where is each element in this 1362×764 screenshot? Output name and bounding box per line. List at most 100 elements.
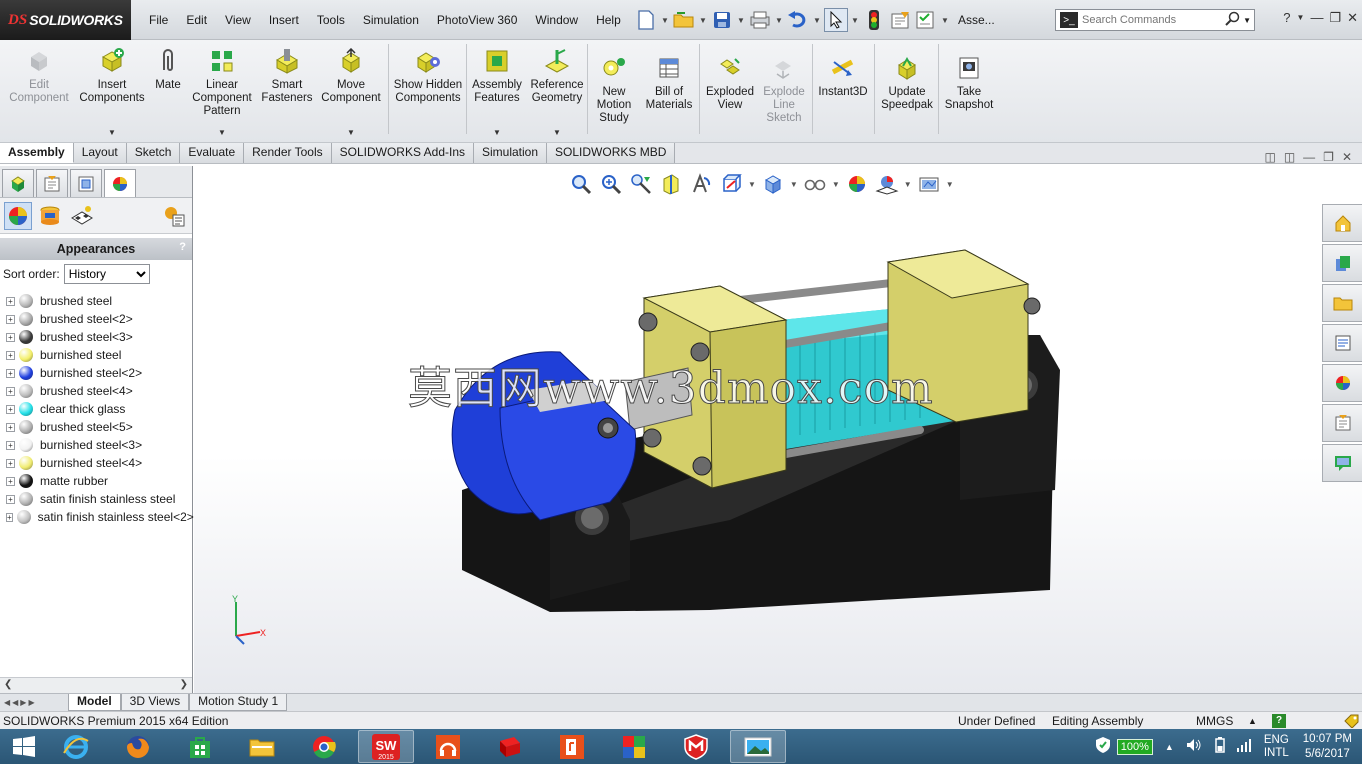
apply-scene-icon[interactable] [874, 171, 900, 197]
save-icon[interactable] [710, 8, 734, 32]
options-icon[interactable] [914, 8, 938, 32]
appearance-item[interactable]: + burnished steel<4> [0, 454, 192, 472]
expand-icon[interactable]: + [6, 332, 15, 342]
custom-properties-icon[interactable] [1322, 404, 1362, 442]
property-manager-tab-icon[interactable] [36, 169, 68, 197]
volume-icon[interactable] [1186, 738, 1202, 755]
expand-icon[interactable]: + [6, 350, 15, 360]
expand-icon[interactable]: + [6, 386, 15, 396]
menu-edit[interactable]: Edit [177, 13, 216, 27]
display-manager-tab-icon[interactable] [104, 169, 136, 197]
hide-show-dropdown-icon[interactable]: ▼ [832, 180, 840, 189]
tag-icon[interactable] [1343, 714, 1359, 729]
menu-view[interactable]: View [216, 13, 260, 27]
appearance-item[interactable]: + brushed steel<4> [0, 382, 192, 400]
assembly-features-dropdown-icon[interactable]: ▼ [493, 126, 501, 139]
view-palette-icon[interactable] [1322, 324, 1362, 362]
appearance-item[interactable]: + brushed steel<2> [0, 310, 192, 328]
tab-model[interactable]: Model [68, 694, 121, 711]
appearance-item[interactable]: + brushed steel<5> [0, 418, 192, 436]
office-app-icon[interactable] [544, 730, 600, 763]
zoom-to-area-icon[interactable] [598, 171, 624, 197]
help-question-icon[interactable]: ? [1283, 10, 1290, 26]
menu-photoview[interactable]: PhotoView 360 [428, 13, 527, 27]
appearance-item[interactable]: + burnished steel [0, 346, 192, 364]
new-document-icon[interactable] [634, 8, 658, 32]
file-explorer-taskbar-icon[interactable] [234, 730, 290, 763]
tab-3d-views[interactable]: 3D Views [120, 694, 190, 711]
expand-icon[interactable]: + [6, 314, 15, 324]
music-app-icon[interactable] [420, 730, 476, 763]
search-commands-input[interactable] [1082, 14, 1222, 26]
show-hidden-components-button[interactable]: Show Hidden Components [390, 46, 466, 105]
configuration-manager-tab-icon[interactable] [70, 169, 102, 197]
chrome-icon[interactable] [296, 730, 352, 763]
menu-tools[interactable]: Tools [308, 13, 354, 27]
show-hidden-icons-icon[interactable]: ▲ [1165, 742, 1174, 752]
new-motion-study-button[interactable]: New Motion Study [590, 53, 638, 125]
appearance-item[interactable]: + brushed steel<3> [0, 328, 192, 346]
scroll-right-icon[interactable]: ❯ [180, 679, 188, 692]
tab-motion-study-1[interactable]: Motion Study 1 [189, 694, 288, 711]
print-dropdown-icon[interactable]: ▼ [774, 16, 784, 25]
mate-button[interactable]: Mate [150, 46, 186, 92]
tile-left-icon[interactable]: ◫ [1264, 150, 1275, 164]
expand-icon[interactable]: + [6, 476, 15, 486]
appearances-scenes-decals-icon[interactable] [1322, 364, 1362, 402]
linear-pattern-dropdown-icon[interactable]: ▼ [218, 126, 226, 139]
assembly-features-button[interactable]: Assembly Features ▼ [468, 46, 526, 137]
file-explorer-icon[interactable] [1322, 284, 1362, 322]
appearances-view-icon[interactable] [4, 201, 32, 230]
display-style-dropdown-icon[interactable]: ▼ [790, 180, 798, 189]
expand-icon[interactable]: + [6, 458, 15, 468]
move-component-button[interactable]: Move Component ▼ [316, 46, 386, 137]
solidworks-resources-icon[interactable] [1322, 204, 1362, 242]
dynamic-annotation-icon[interactable] [688, 171, 714, 197]
mcafee-icon[interactable] [668, 730, 724, 763]
tab-evaluate[interactable]: Evaluate [180, 143, 245, 163]
close-icon[interactable]: ✕ [1347, 10, 1358, 26]
firefox-icon[interactable] [110, 730, 166, 763]
input-language[interactable]: ENG INTL [1264, 734, 1289, 760]
menu-insert[interactable]: Insert [260, 13, 308, 27]
windows-start-icon[interactable] [0, 729, 48, 764]
hide-show-items-icon[interactable] [802, 171, 828, 197]
zoom-to-fit-icon[interactable] [568, 171, 594, 197]
scroll-left-icon[interactable]: ❮ [4, 679, 12, 692]
sort-order-select[interactable]: History [63, 264, 150, 284]
smart-fasteners-button[interactable]: Smart Fasteners [258, 46, 316, 105]
instant3d-button[interactable]: Instant3D [814, 53, 872, 99]
tile-right-icon[interactable]: ◫ [1284, 150, 1295, 164]
insert-components-button[interactable]: Insert Components ▼ [76, 46, 148, 137]
network-signal-icon[interactable] [1236, 738, 1252, 755]
file-properties-icon[interactable] [888, 8, 912, 32]
move-component-dropdown-icon[interactable]: ▼ [347, 126, 355, 139]
appearance-item[interactable]: + brushed steel [0, 292, 192, 310]
windows-media-icon[interactable] [606, 730, 662, 763]
display-style-icon[interactable] [760, 171, 786, 197]
select-dropdown-icon[interactable]: ▼ [850, 16, 860, 25]
appearance-item[interactable]: + satin finish stainless steel [0, 490, 192, 508]
print-icon[interactable] [748, 8, 772, 32]
menu-help[interactable]: Help [587, 13, 630, 27]
display-settings-icon[interactable] [160, 202, 188, 230]
apply-scene-dropdown-icon[interactable]: ▼ [904, 180, 912, 189]
minimize-icon[interactable]: — [1310, 10, 1323, 26]
power-icon[interactable] [1212, 737, 1228, 756]
windows-store-icon[interactable] [172, 730, 228, 763]
expand-icon[interactable]: + [6, 368, 15, 378]
restore-icon[interactable]: ❐ [1329, 10, 1341, 26]
security-shield-icon[interactable] [1095, 736, 1111, 757]
take-snapshot-button[interactable]: Take Snapshot [940, 53, 998, 112]
tab-solidworks-add-ins[interactable]: SOLIDWORKS Add-Ins [331, 143, 474, 163]
internet-explorer-icon[interactable] [48, 730, 104, 763]
assembly-model[interactable] [400, 240, 1120, 620]
new-dropdown-icon[interactable]: ▼ [660, 16, 670, 25]
bill-of-materials-button[interactable]: Bill of Materials [640, 53, 698, 112]
tab-simulation[interactable]: Simulation [474, 143, 548, 163]
tab-render-tools[interactable]: Render Tools [244, 143, 332, 163]
tab-layout[interactable]: Layout [73, 143, 127, 163]
linear-component-pattern-button[interactable]: Linear Component Pattern ▼ [186, 46, 258, 137]
menu-file[interactable]: File [140, 13, 177, 27]
explode-line-sketch-button[interactable]: Explode Line Sketch [758, 53, 810, 125]
